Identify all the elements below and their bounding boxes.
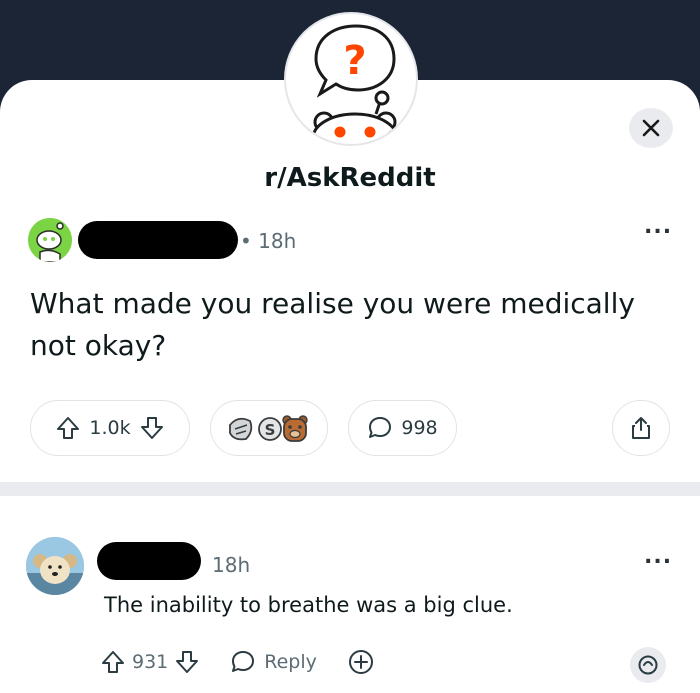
post-age: 18h [258, 229, 297, 253]
subreddit-name[interactable]: r/AskReddit [0, 163, 700, 193]
plus-circle-icon[interactable] [347, 648, 375, 676]
snoo-question-icon: ? [311, 24, 399, 144]
op-username-redacted [78, 221, 238, 259]
commenter-avatar[interactable] [26, 537, 84, 595]
snoo-avatar-icon [28, 218, 72, 262]
svg-text:S: S [265, 421, 276, 439]
comment-age: 18h [212, 553, 251, 577]
post-more-button[interactable]: ... [644, 214, 672, 239]
comment-text: The inability to breathe was a big clue. [104, 593, 513, 617]
reply-button[interactable]: Reply [230, 649, 317, 675]
post-vote-bar: 1.0k [30, 400, 190, 456]
op-avatar[interactable] [28, 218, 72, 262]
share-icon [632, 417, 650, 439]
comment-more-button[interactable]: ... [644, 544, 672, 569]
comment-vote-group: 931 [100, 649, 200, 675]
subreddit-avatar[interactable]: ? [284, 12, 418, 146]
award-icon [638, 655, 658, 675]
post-vote-count: 1.0k [89, 417, 131, 439]
upvote-icon[interactable] [55, 415, 81, 441]
section-divider [0, 482, 700, 496]
comment-count: 998 [401, 417, 438, 439]
awards-button[interactable]: S [210, 400, 328, 456]
close-button[interactable] [629, 108, 673, 148]
silver-award-icon [229, 417, 253, 441]
meta-separator: • [240, 229, 259, 253]
post-meta: • 18h [240, 229, 296, 253]
dog-avatar-icon [26, 537, 84, 595]
bear-award-icon [282, 415, 308, 442]
downvote-icon[interactable] [139, 415, 165, 441]
award-icons: S [229, 415, 308, 442]
commenter-username-redacted [97, 542, 201, 580]
share-button[interactable] [612, 400, 670, 456]
close-icon [642, 119, 660, 137]
reply-label: Reply [264, 651, 317, 673]
give-award-button[interactable] [630, 647, 666, 683]
svg-text:?: ? [343, 38, 366, 84]
downvote-icon[interactable] [174, 649, 200, 675]
coin-award-icon: S [258, 417, 282, 441]
comment-bubble-icon [232, 651, 255, 672]
upvote-icon[interactable] [100, 649, 126, 675]
comment-vote-count: 931 [132, 651, 169, 673]
comment-bubble-icon [369, 417, 392, 438]
comment-actions: 931 Reply [100, 648, 375, 676]
post-title[interactable]: What made you realise you were medically… [30, 283, 650, 367]
comments-button[interactable]: 998 [348, 400, 457, 456]
